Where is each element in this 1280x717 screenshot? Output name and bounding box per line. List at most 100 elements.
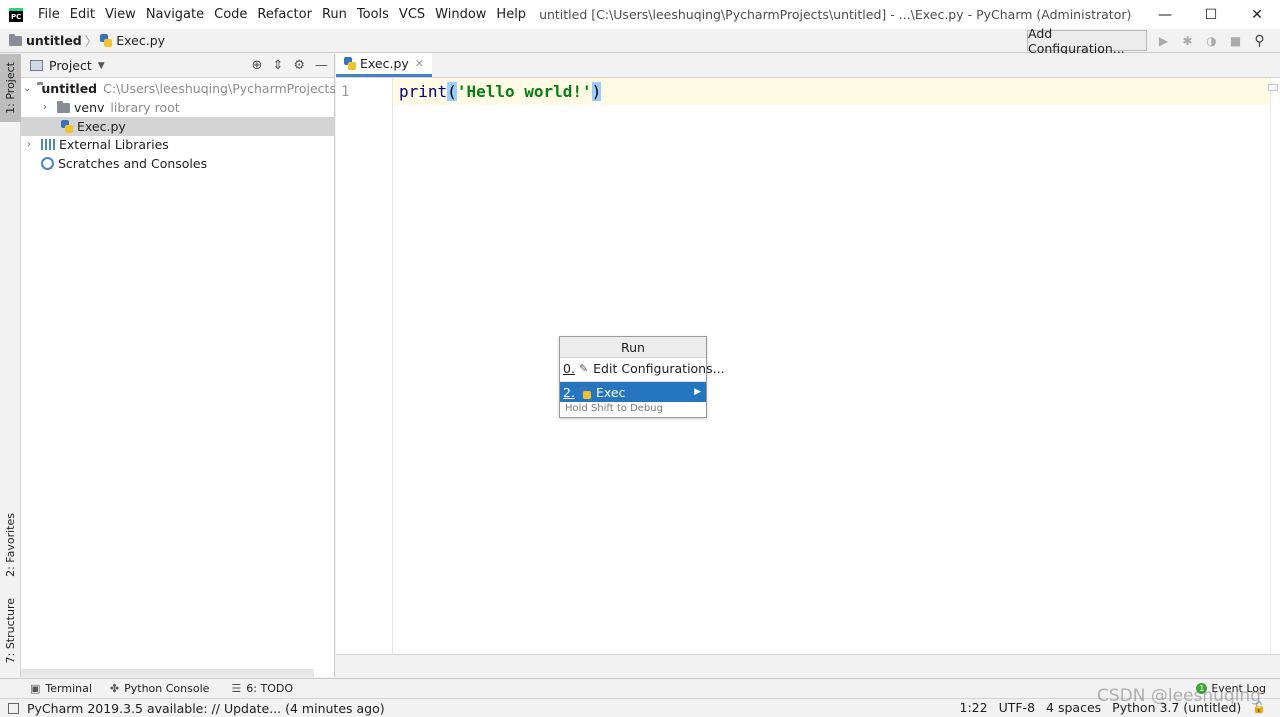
todo-tab[interactable]: ☰ 6: TODO — [231, 682, 293, 695]
tree-item-external-libraries[interactable]: › External Libraries — [21, 135, 335, 154]
maximize-button[interactable]: ☐ — [1188, 0, 1234, 29]
pycharm-logo-icon: PC — [9, 7, 23, 22]
close-window-button[interactable]: ✕ — [1234, 0, 1280, 29]
run-icon[interactable]: ▶ — [1155, 32, 1172, 49]
menu-window[interactable]: Window — [430, 7, 491, 22]
editor-area: Exec.py ✕ 1 print('Hello world!') — [336, 53, 1280, 677]
left-tool-strip: 1: Project 2: Favorites 7: Structure — [0, 54, 21, 677]
navigation-bar: untitled 〉 Exec.py Add Configuration... … — [0, 26, 1280, 56]
toggle-tool-windows-icon[interactable] — [8, 702, 19, 714]
code-string: 'Hello world!' — [456, 82, 592, 101]
file-encoding[interactable]: UTF-8 — [999, 700, 1035, 715]
tab-project-label: 1: Project — [4, 62, 17, 114]
menu-edit[interactable]: Edit — [65, 7, 100, 22]
minimize-button[interactable]: — — [1142, 0, 1188, 29]
tab-favorites[interactable]: 2: Favorites — [0, 506, 21, 584]
tab-exec-py-label: Exec.py — [360, 56, 409, 71]
folder-icon — [57, 100, 70, 113]
bottom-tool-strip: ▣ Terminal ✤ Python Console ☰ 6: TODO 1 … — [0, 678, 1280, 698]
tree-venv-hint: library root — [110, 100, 180, 115]
locate-icon[interactable]: ⊕ — [252, 58, 263, 73]
library-icon — [41, 139, 55, 150]
edit-configurations-label: Edit Configurations... — [593, 360, 725, 376]
code-close-paren: ) — [591, 82, 602, 101]
indent-setting[interactable]: 4 spaces — [1046, 700, 1101, 715]
close-tab-icon[interactable]: ✕ — [415, 57, 424, 70]
tree-item-scratches[interactable]: Scratches and Consoles — [21, 154, 335, 173]
pencil-icon: ✎ — [578, 362, 589, 375]
gear-icon[interactable]: ⚙ — [293, 58, 305, 73]
inspection-marker-icon[interactable] — [1268, 84, 1278, 91]
scratches-icon — [41, 157, 54, 170]
menu-run[interactable]: Run — [317, 7, 352, 22]
python-console-tab[interactable]: ✤ Python Console — [110, 682, 210, 695]
chevron-right-icon[interactable]: › — [23, 139, 35, 150]
coverage-icon[interactable]: ◑ — [1203, 32, 1220, 49]
line-number-gutter: 1 — [336, 78, 393, 654]
project-panel-tools: ⊕ ⇕ ⚙ — — [252, 58, 328, 73]
breadcrumb-file-label: Exec.py — [116, 33, 166, 48]
tree-item-exec[interactable]: Exec.py — [21, 117, 335, 136]
chevron-down-icon[interactable]: ▼ — [98, 61, 105, 71]
editor-right-margin — [1270, 78, 1280, 654]
menu-view[interactable]: View — [100, 7, 141, 22]
tree-item-venv[interactable]: › venv library root — [21, 98, 335, 117]
menu-vcs[interactable]: VCS — [394, 7, 430, 22]
status-message[interactable]: PyCharm 2019.3.5 available: // Update...… — [27, 701, 385, 716]
chevron-right-icon[interactable]: › — [39, 102, 51, 113]
editor-bottom-bar — [336, 654, 1280, 677]
popup-hint: Hold Shift to Debug — [565, 403, 663, 414]
status-bar: PyCharm 2019.3.5 available: // Update...… — [0, 698, 1280, 717]
editor-tab-bar: Exec.py ✕ — [336, 53, 1280, 78]
add-configuration-button[interactable]: Add Configuration... — [1027, 26, 1147, 56]
caret-position[interactable]: 1:22 — [960, 700, 988, 715]
submenu-arrow-icon: ▶ — [694, 387, 701, 397]
chevron-down-icon[interactable]: ⌄ — [23, 83, 31, 94]
tree-venv-label: venv — [74, 100, 105, 115]
collapse-all-icon[interactable]: ⇕ — [272, 58, 283, 73]
breadcrumb-file[interactable]: Exec.py — [100, 33, 165, 48]
edit-configurations-item[interactable]: 0. ✎ Edit Configurations... — [560, 358, 725, 378]
project-panel-header: Project ▼ ⊕ ⇕ ⚙ — — [21, 54, 334, 78]
terminal-label: Terminal — [45, 682, 92, 695]
tab-favorites-label: 2: Favorites — [4, 513, 17, 577]
run-exec-item[interactable]: 2. Exec ▶ — [560, 382, 706, 402]
python-icon — [578, 385, 591, 399]
tree-scratches-label: Scratches and Consoles — [58, 156, 208, 171]
tab-exec-py[interactable]: Exec.py ✕ — [336, 53, 432, 77]
menu-help[interactable]: Help — [491, 7, 531, 22]
folder-icon — [9, 33, 22, 46]
project-view-icon — [30, 60, 43, 71]
run-exec-mnemonic: 2. — [563, 384, 575, 400]
menu-tools[interactable]: Tools — [352, 7, 394, 22]
stop-icon[interactable]: ■ — [1227, 32, 1244, 49]
todo-icon: ☰ — [231, 682, 242, 695]
tab-structure-label: 7: Structure — [4, 598, 17, 664]
tree-external-libraries-label: External Libraries — [59, 137, 169, 152]
menu-refactor[interactable]: Refactor — [252, 7, 317, 22]
run-popup: Run 0. ✎ Edit Configurations... 2. Exec … — [559, 336, 725, 418]
hide-icon[interactable]: — — [315, 58, 328, 73]
code-function: print — [399, 82, 448, 101]
terminal-tab[interactable]: ▣ Terminal — [30, 682, 92, 695]
window-title: untitled [C:\Users\leeshuqing\PycharmPro… — [539, 7, 1132, 22]
search-icon[interactable]: ⚲ — [1251, 32, 1268, 49]
tree-item-root[interactable]: ⌄ untitled C:\Users\leeshuqing\PycharmPr… — [21, 79, 335, 98]
tab-structure[interactable]: 7: Structure — [0, 592, 21, 670]
tree-root-path: C:\Users\leeshuqing\PycharmProjects\unti… — [103, 81, 335, 96]
breadcrumb-project[interactable]: untitled — [9, 33, 82, 48]
menu-navigate[interactable]: Navigate — [141, 7, 209, 22]
project-panel-title[interactable]: Project — [49, 58, 92, 73]
tree-root-label: untitled — [41, 81, 98, 96]
code-line-1[interactable]: print('Hello world!') — [399, 82, 602, 101]
terminal-icon: ▣ — [30, 682, 41, 695]
breadcrumb-separator: 〉 — [84, 34, 98, 49]
horizontal-scrollbar[interactable] — [21, 669, 314, 677]
menu-code[interactable]: Code — [209, 7, 252, 22]
tab-project[interactable]: 1: Project — [0, 54, 21, 122]
menu-file[interactable]: File — [33, 7, 65, 22]
project-panel: Project ▼ ⊕ ⇕ ⚙ — ⌄ untitled C:\Users\le… — [21, 54, 335, 677]
todo-label: 6: TODO — [246, 682, 294, 695]
code-open-paren: ( — [447, 82, 457, 101]
debug-icon[interactable]: ✱ — [1179, 32, 1196, 49]
